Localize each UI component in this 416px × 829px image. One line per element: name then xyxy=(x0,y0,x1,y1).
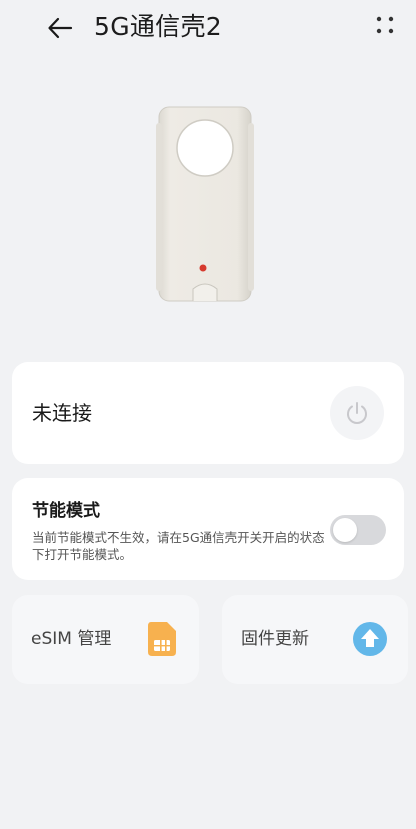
esim-management-label: eSIM 管理 xyxy=(31,629,112,649)
power-icon xyxy=(347,402,367,424)
more-dots-icon xyxy=(376,16,394,34)
page-title: 5G通信壳2 xyxy=(94,12,222,41)
power-saving-title: 节能模式 xyxy=(32,501,100,521)
sim-card-icon xyxy=(148,622,176,656)
device-image xyxy=(155,103,255,305)
more-button[interactable] xyxy=(366,6,404,44)
connection-status: 未连接 xyxy=(32,401,92,425)
power-saving-toggle[interactable] xyxy=(330,515,386,545)
power-button[interactable] xyxy=(330,386,384,440)
toggle-knob xyxy=(333,518,357,542)
power-saving-description: 当前节能模式不生效，请在5G通信壳开关开启的状态下打开节能模式。 xyxy=(32,530,325,562)
firmware-update-label: 固件更新 xyxy=(241,629,309,649)
firmware-update-tile[interactable]: 固件更新 xyxy=(222,595,408,684)
header: 5G通信壳2 xyxy=(0,0,416,56)
arrow-left-icon xyxy=(48,17,73,39)
upload-arrow-icon xyxy=(353,622,387,656)
back-button[interactable] xyxy=(40,8,80,48)
esim-management-tile[interactable]: eSIM 管理 xyxy=(12,595,199,684)
